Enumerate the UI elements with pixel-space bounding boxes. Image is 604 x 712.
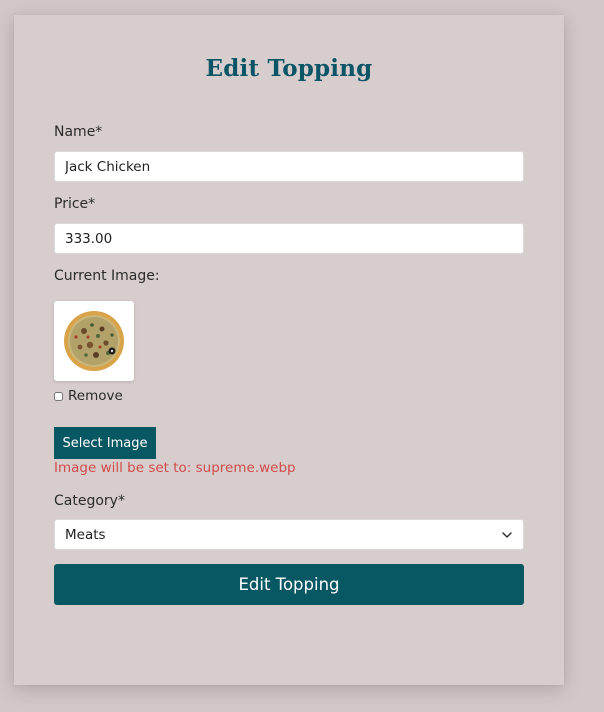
current-image-label: Current Image: <box>54 268 160 284</box>
edit-topping-submit-button[interactable]: Edit Topping <box>54 564 524 605</box>
remove-checkbox[interactable] <box>54 391 63 401</box>
price-input[interactable] <box>54 223 524 254</box>
price-label: Price* <box>54 196 96 212</box>
current-image-thumbnail <box>54 301 134 381</box>
name-input[interactable] <box>54 151 524 182</box>
page-title: Edit Topping <box>205 55 373 82</box>
edit-topping-card: Edit Topping Name* Price* Current Image: <box>14 15 564 685</box>
category-selected-value: Meats <box>65 526 106 543</box>
image-notice: Image will be set to: supreme.webp <box>54 460 296 476</box>
category-select[interactable]: Meats <box>54 519 524 550</box>
select-image-button[interactable]: Select Image <box>54 427 156 459</box>
pizza-image <box>64 311 124 371</box>
chevron-down-icon <box>502 531 512 538</box>
category-label: Category* <box>54 493 125 509</box>
name-label: Name* <box>54 124 103 140</box>
remove-checkbox-row[interactable]: Remove <box>54 388 123 404</box>
remove-label: Remove <box>68 388 123 404</box>
